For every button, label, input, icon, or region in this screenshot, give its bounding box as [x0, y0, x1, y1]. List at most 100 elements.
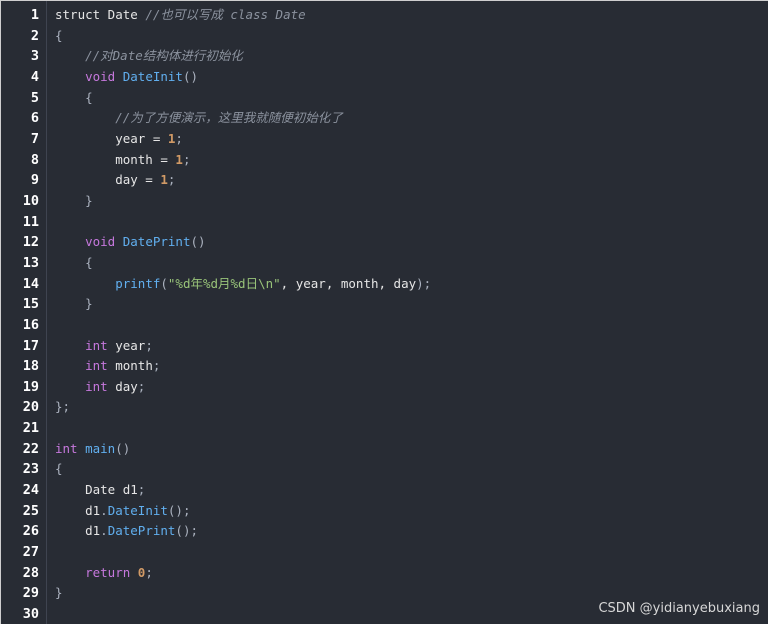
code-token: , year, month, day [280, 275, 417, 291]
code-line: 4 void DateInit() [1, 67, 768, 88]
line-number: 5 [30, 89, 39, 106]
code-token: 1 [175, 151, 183, 167]
code-token: () [190, 234, 206, 250]
code-line: 24 Date d1; [1, 480, 768, 501]
code-token: } [55, 192, 93, 208]
code-token: struct Date [55, 7, 146, 22]
code-text: int month; [55, 356, 160, 377]
line-number: 29 [22, 585, 39, 602]
code-token: ( [160, 275, 168, 291]
code-text: } [55, 294, 93, 315]
line-number: 19 [22, 378, 39, 395]
code-text: d1.DatePrint(); [55, 521, 198, 542]
code-text: { [55, 253, 93, 274]
line-number: 11 [22, 213, 39, 230]
code-line: 8 month = 1; [1, 150, 768, 171]
code-token: ; [167, 172, 176, 188]
code-token: Date d1 [55, 482, 138, 498]
code-token: year = [55, 130, 168, 146]
code-token: d1 [55, 502, 101, 518]
code-token: . [100, 523, 108, 539]
code-text: month = 1; [55, 150, 190, 171]
code-line: 14 printf("%d年%d月%d日\n", year, month, da… [1, 274, 768, 295]
code-token: () [115, 440, 131, 456]
code-line: 5 { [1, 88, 768, 109]
code-text: //对Date结构体进行初始化 [55, 46, 243, 67]
line-number: 13 [22, 254, 39, 271]
code-line: 26 d1.DatePrint(); [1, 521, 768, 542]
line-number: 20 [22, 399, 39, 416]
code-token: void [85, 234, 116, 250]
code-lines: 1 struct Date //也可以写成 class Date 2{3 //对Da… [1, 5, 768, 624]
code-text: //为了方便演示，这里我就随便初始化了 [55, 108, 343, 129]
line-number: 6 [30, 110, 39, 127]
code-token: } [55, 585, 63, 601]
line-number: 30 [22, 606, 39, 623]
code-token: () [182, 68, 199, 84]
code-token: year [107, 337, 146, 353]
code-token: { [55, 27, 63, 43]
code-token: month = [55, 151, 176, 167]
code-line: 1 struct Date //也可以写成 class Date [1, 5, 768, 26]
code-line: 9 day = 1; [1, 170, 768, 191]
line-number: 12 [22, 234, 39, 251]
code-token: (); [167, 502, 191, 518]
code-text: void DatePrint() [55, 232, 206, 253]
code-text: } [55, 191, 93, 212]
code-line: 22 int main() [1, 439, 768, 460]
code-text: { [55, 459, 63, 480]
code-line: 12 void DatePrint() [1, 232, 768, 253]
code-line: 3 //对Date结构体进行初始化 [1, 46, 768, 67]
code-token: 1 [160, 172, 168, 188]
code-token: DatePrint [122, 234, 191, 250]
code-text: { [55, 88, 93, 109]
line-number: 1 [30, 7, 39, 23]
code-token: } [55, 296, 93, 312]
code-token: printf [115, 275, 161, 291]
code-token: //为了方便演示，这里我就随便初始化了 [115, 110, 343, 126]
code-token: ); [416, 275, 432, 291]
code-token: ; [175, 130, 183, 146]
code-text: Date d1; [55, 480, 145, 501]
code-text: int day; [55, 377, 145, 398]
line-number: 24 [22, 482, 39, 499]
code-line: 13 { [1, 253, 768, 274]
code-text: d1.DateInit(); [55, 501, 190, 522]
code-token: ; [137, 378, 146, 394]
code-line: 11 [1, 212, 768, 233]
code-line: 16 [1, 315, 768, 336]
line-number: 7 [30, 130, 39, 147]
code-line: 2{ [1, 26, 768, 47]
code-token: { [55, 461, 63, 477]
code-token: }; [55, 399, 71, 415]
line-number: 8 [30, 151, 39, 168]
line-number: 27 [22, 544, 39, 561]
code-text: }; [55, 397, 70, 418]
code-text: struct Date //也可以写成 class Date [55, 5, 306, 26]
code-token: { [55, 254, 93, 270]
line-number: 10 [22, 192, 39, 209]
line-number: 23 [22, 461, 39, 478]
code-token: month [107, 358, 153, 374]
code-line: 17 int year; [1, 336, 768, 357]
code-text: void DateInit() [55, 67, 198, 88]
code-text: { [55, 26, 63, 47]
code-token: day = [55, 172, 161, 188]
line-number: 9 [30, 172, 39, 189]
line-number: 17 [22, 337, 39, 354]
code-token: return [85, 564, 131, 580]
code-token: . [100, 502, 108, 518]
code-line: 25 d1.DateInit(); [1, 501, 768, 522]
code-token: int [85, 337, 108, 353]
